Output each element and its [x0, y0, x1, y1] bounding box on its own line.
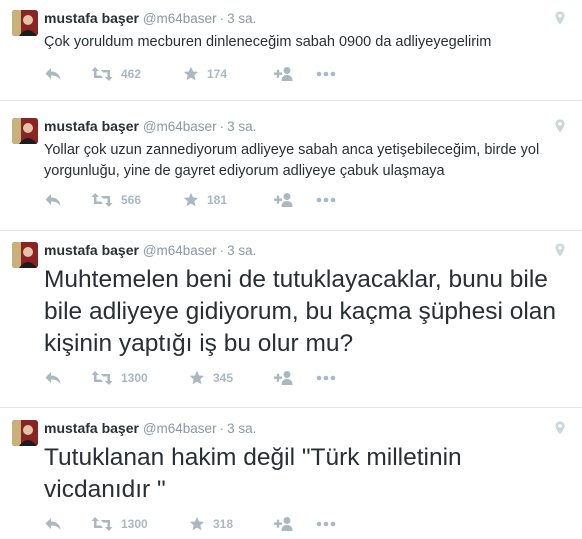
favorite-button[interactable]: 174: [183, 66, 274, 82]
retweet-icon: [91, 371, 113, 385]
star-icon: [189, 516, 205, 531]
timestamp[interactable]: 3 sa.: [227, 243, 256, 258]
follow-button[interactable]: [274, 66, 316, 82]
tweet-actions: 462 174: [44, 64, 336, 84]
avatar[interactable]: [12, 242, 38, 268]
location-icon[interactable]: [552, 118, 568, 134]
retweet-button[interactable]: 1300: [91, 516, 189, 532]
follow-icon: [274, 193, 293, 207]
separator-dot: ·: [219, 11, 225, 26]
tweet-text: Muhtemelen beni de tutuklayacaklar, bunu…: [44, 266, 557, 357]
retweet-button[interactable]: 462: [91, 66, 183, 82]
tweet-header: mustafa başer @m64baser · 3 sa.: [44, 117, 256, 136]
tweet-header: mustafa başer @m64baser · 3 sa.: [44, 419, 256, 438]
tweet-text: Çok yoruldum mecburen dinleneceğim sabah…: [44, 34, 492, 50]
favorite-button[interactable]: 318: [189, 516, 274, 532]
retweet-count: 462: [121, 67, 142, 81]
reply-icon: [45, 518, 61, 530]
location-icon[interactable]: [552, 242, 568, 258]
favorite-button[interactable]: 345: [189, 370, 274, 386]
retweet-icon: [91, 517, 113, 531]
tweet[interactable]: mustafa başer @m64baser · 3 sa. Muhtemelen…: [0, 232, 582, 408]
more-icon: [316, 71, 336, 77]
retweet-count: 566: [121, 193, 142, 207]
separator-dot: ·: [219, 421, 225, 436]
user-handle[interactable]: @m64baser: [143, 243, 217, 258]
avatar[interactable]: [12, 10, 38, 36]
location-icon[interactable]: [552, 10, 568, 26]
follow-icon: [274, 517, 293, 531]
retweet-button[interactable]: 1300: [91, 370, 189, 386]
user-handle[interactable]: @m64baser: [143, 119, 217, 134]
favorite-count: 181: [207, 193, 228, 207]
star-icon: [189, 370, 205, 385]
separator-dot: ·: [219, 119, 225, 134]
tweet-actions: 1300 345: [44, 368, 336, 388]
favorite-button[interactable]: 181: [183, 192, 274, 208]
location-icon[interactable]: [552, 420, 568, 436]
user-handle[interactable]: @m64baser: [143, 11, 217, 26]
star-icon: [183, 66, 199, 81]
avatar[interactable]: [12, 420, 38, 446]
tweet-actions: 1300 318: [44, 514, 336, 534]
user-name[interactable]: mustafa başer: [44, 420, 139, 436]
star-icon: [183, 192, 199, 207]
timestamp[interactable]: 3 sa.: [227, 421, 256, 436]
reply-button[interactable]: [44, 370, 91, 386]
favorite-count: 345: [213, 371, 234, 385]
retweet-button[interactable]: 566: [91, 192, 183, 208]
tweet-text: Yollar çok uzun zannediyorum adliyeye sa…: [44, 142, 540, 179]
tweet[interactable]: mustafa başer @m64baser · 3 sa. Tutuklanan…: [0, 410, 582, 539]
timestamp[interactable]: 3 sa.: [227, 119, 256, 134]
retweet-count: 1300: [121, 517, 148, 531]
retweet-icon: [91, 193, 113, 207]
user-name[interactable]: mustafa başer: [44, 10, 139, 26]
reply-button[interactable]: [44, 516, 91, 532]
follow-icon: [274, 67, 293, 81]
follow-button[interactable]: [274, 370, 316, 386]
follow-button[interactable]: [274, 192, 316, 208]
follow-icon: [274, 371, 293, 385]
retweet-count: 1300: [121, 371, 148, 385]
tweet-header: mustafa başer @m64baser · 3 sa.: [44, 241, 256, 260]
timestamp[interactable]: 3 sa.: [227, 11, 256, 26]
more-button[interactable]: [316, 521, 336, 527]
reply-icon: [45, 372, 61, 384]
tweet[interactable]: mustafa başer @m64baser · 3 sa. Çok yoruld…: [0, 0, 582, 101]
user-handle[interactable]: @m64baser: [143, 421, 217, 436]
user-name[interactable]: mustafa başer: [44, 242, 139, 258]
favorite-count: 174: [207, 67, 228, 81]
more-button[interactable]: [316, 375, 336, 381]
separator-dot: ·: [219, 243, 225, 258]
more-button[interactable]: [316, 197, 336, 203]
reply-button[interactable]: [44, 192, 91, 208]
reply-button[interactable]: [44, 66, 91, 82]
retweet-icon: [91, 67, 113, 81]
favorite-count: 318: [213, 517, 234, 531]
more-icon: [316, 521, 336, 527]
tweet-actions: 566 181: [44, 190, 336, 210]
avatar[interactable]: [12, 118, 38, 144]
tweet[interactable]: mustafa başer @m64baser · 3 sa. Yollar çok…: [0, 108, 582, 231]
reply-icon: [45, 68, 61, 80]
more-button[interactable]: [316, 71, 336, 77]
reply-icon: [45, 194, 61, 206]
user-name[interactable]: mustafa başer: [44, 118, 139, 134]
more-icon: [316, 375, 336, 381]
tweet-text: Tutuklanan hakim değil "Türk milletinin …: [44, 444, 462, 503]
follow-button[interactable]: [274, 516, 316, 532]
more-icon: [316, 197, 336, 203]
tweet-header: mustafa başer @m64baser · 3 sa.: [44, 9, 256, 28]
